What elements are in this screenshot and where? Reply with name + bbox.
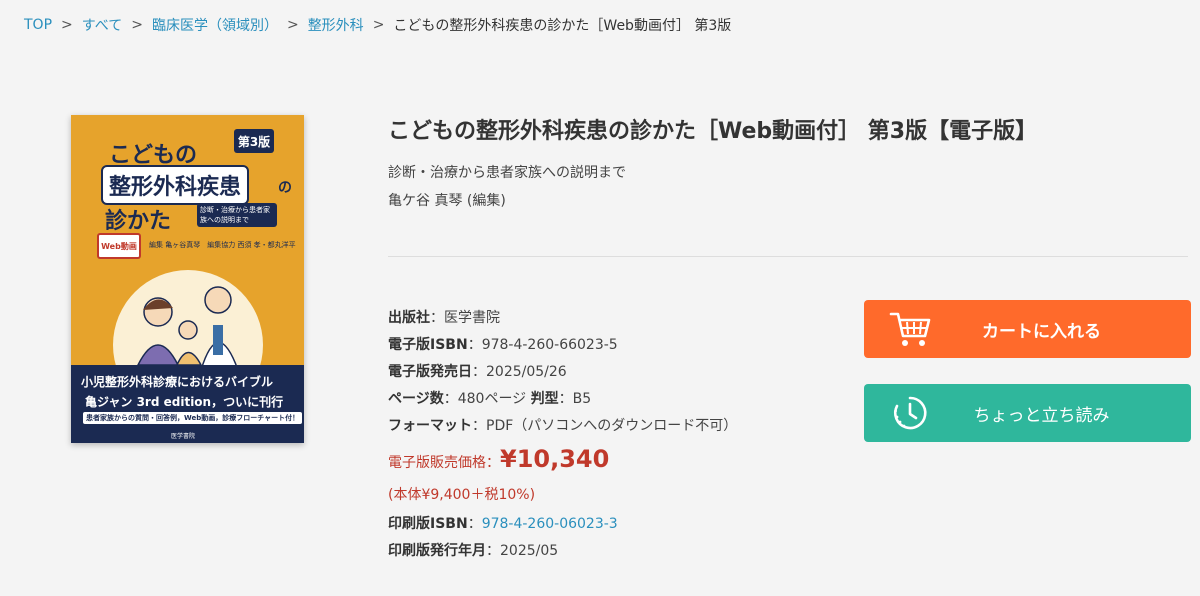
colon: ：: [472, 364, 486, 380]
colon: ：: [486, 543, 500, 559]
pages-value: 480ページ: [457, 391, 527, 407]
add-to-cart-button[interactable]: カートに入れる: [864, 300, 1191, 358]
cover-edition-badge: 第3版: [234, 129, 274, 153]
print-isbn-link[interactable]: 978-4-260-06023-3: [482, 516, 618, 532]
product-details: 出版社：医学書院 電子版ISBN：978-4-260-66023-5 電子版発売…: [388, 305, 737, 565]
size-label: 判型: [530, 391, 559, 407]
pages-row: ページ数：480ページ 判型：B5: [388, 386, 737, 413]
preview-button[interactable]: ちょっと立ち読み: [864, 384, 1191, 442]
cover-band-line2: 亀ジャン 3rd edition，ついに刊行: [85, 395, 284, 409]
product-subtitle: 診断・治療から患者家族への説明まで: [388, 165, 626, 181]
format-label: フォーマット: [388, 418, 472, 434]
colon: ：: [558, 391, 573, 407]
breadcrumb-current: こどもの整形外科疾患の診かた［Web動画付］ 第3版: [393, 18, 732, 34]
breadcrumb-orthopedics[interactable]: 整形外科: [308, 15, 364, 35]
colon: ：: [430, 310, 444, 326]
product-title: こどもの整形外科疾患の診かた［Web動画付］ 第3版【電子版】: [388, 119, 1038, 144]
price-value: ¥10,340: [500, 445, 610, 473]
print-isbn-row: 印刷版ISBN：978-4-260-06023-3: [388, 511, 737, 538]
cover-title-line2-suffix: の: [278, 180, 292, 196]
isbn-label: 電子版ISBN: [388, 337, 468, 353]
size-value: B5: [572, 391, 592, 407]
doctor-family-illustration: [136, 286, 240, 371]
breadcrumb-top[interactable]: TOP: [24, 17, 52, 33]
breadcrumb-clinical[interactable]: 臨床医学（領域別）: [152, 15, 278, 35]
print-date-label: 印刷版発行年月: [388, 543, 486, 559]
cover-subtitle: 診断・治療から患者家族への説明まで: [197, 203, 277, 227]
publisher-label: 出版社: [388, 310, 430, 326]
divider: [388, 256, 1188, 257]
cover-publisher-mark: 医学書院: [171, 433, 196, 440]
breadcrumb-separator: >: [131, 17, 143, 33]
price-label: 電子版販売価格：: [388, 455, 500, 471]
print-date-value: 2025/05: [500, 543, 559, 559]
colon: ：: [443, 391, 458, 407]
price-note: (本体¥9,400＋税10%): [388, 487, 536, 503]
colon: ：: [467, 516, 482, 532]
release-label: 電子版発売日: [388, 364, 472, 380]
cover-band-line3: 患者家族からの質問・回答例，Web動画，診療フローチャート付！: [83, 412, 303, 424]
format-value: PDF（パソコンへのダウンロード不可）: [486, 418, 738, 434]
product-author: 亀ケ谷 真琴 (編集): [388, 193, 506, 209]
colon: ：: [467, 337, 482, 353]
colon: ：: [472, 418, 486, 434]
book-cover-image[interactable]: こどもの 第3版 整形外科疾患 の 診かた 診断・治療から患者家族への説明まで …: [71, 115, 304, 443]
print-date-row: 印刷版発行年月：2025/05: [388, 538, 737, 565]
price-row: 電子版販売価格：¥10,340: [388, 443, 737, 479]
print-isbn-label: 印刷版ISBN: [388, 516, 468, 532]
clock-icon: [888, 393, 932, 433]
breadcrumb-separator: >: [61, 17, 73, 33]
cover-web-video-badge: Web動画: [97, 233, 141, 259]
publisher-value: 医学書院: [444, 310, 500, 326]
preview-label: ちょっと立ち読み: [973, 405, 1110, 426]
release-row: 電子版発売日：2025/05/26: [388, 359, 737, 386]
pages-label: ページ数: [388, 391, 444, 407]
format-row: フォーマット：PDF（パソコンへのダウンロード不可）: [388, 413, 737, 440]
isbn-value: 978-4-260-66023-5: [481, 337, 618, 353]
breadcrumb-all[interactable]: すべて: [82, 15, 122, 35]
publisher-row: 出版社：医学書院: [388, 305, 737, 332]
cover-editor: 編集 亀ヶ谷真琴 編集協力 西須 孝・都丸洋平: [149, 241, 296, 249]
add-to-cart-label: カートに入れる: [982, 321, 1101, 342]
isbn-row: 電子版ISBN：978-4-260-66023-5: [388, 332, 737, 359]
cover-band-line1: 小児整形外科診療におけるバイブル: [81, 375, 274, 389]
cover-title-line3: 診かた: [105, 209, 172, 234]
breadcrumb-separator: >: [372, 17, 385, 33]
cover-title-line2: 整形外科疾患: [101, 165, 250, 205]
release-value: 2025/05/26: [486, 364, 567, 380]
cart-icon: [888, 309, 932, 349]
cover-bottom-band: 小児整形外科診療におけるバイブル 亀ジャン 3rd edition，ついに刊行 …: [71, 365, 304, 443]
breadcrumb-separator: >: [286, 17, 299, 33]
breadcrumb: TOP > すべて > 臨床医学（領域別） > 整形外科 > こどもの整形外科疾…: [24, 15, 731, 35]
